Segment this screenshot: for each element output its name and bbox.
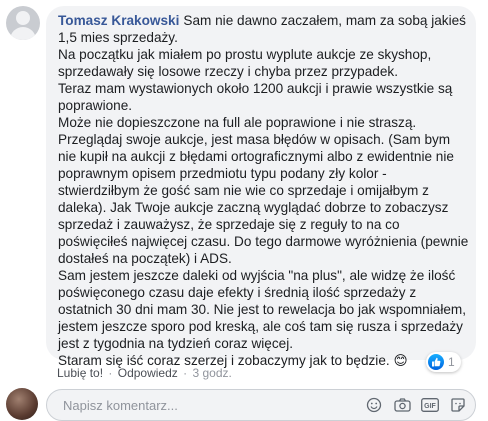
like-link[interactable]: Lubię to! [57, 366, 103, 380]
separator-dot: · [183, 366, 188, 380]
separator-dot: · [108, 366, 113, 380]
reply-link[interactable]: Odpowiedz [118, 366, 178, 380]
comment-line: 1,5 mies sprzedaży. [58, 30, 178, 45]
svg-text:GIF: GIF [424, 403, 436, 410]
reaction-count: 1 [448, 355, 455, 369]
comment-text: Sam nie dawno zaczałem, mam za sobą jaki… [183, 13, 466, 28]
comment-line: poświęciłeś najwięcej czasu. Do tego dar… [58, 234, 469, 249]
comment-line: Na początku jak miałem po prostu wyplute… [58, 47, 432, 62]
author-avatar[interactable] [6, 6, 40, 40]
thumbs-up-icon [428, 354, 444, 370]
comment-line: poświęconego czasu daje efekty i średnią… [58, 285, 417, 300]
timestamp[interactable]: 3 godz. [192, 366, 231, 380]
current-user-avatar[interactable] [6, 388, 38, 420]
comment-line: Może nie dopieszczone na full ale popraw… [58, 115, 417, 130]
comment-line: sprzedawały się losowe rzeczy i chyba pr… [58, 64, 398, 79]
comment-line: nie kupił na aukcji z błędami ortografic… [58, 149, 454, 164]
smiley-icon[interactable] [365, 396, 383, 414]
avatar-head-shape [16, 11, 30, 25]
comment-line: stwierdziłbym że gość sam nie wie co spr… [58, 183, 429, 198]
comment-line: poprawnym opisem przedmiotu typu podany … [58, 166, 387, 181]
comment-line: Sam jestem jeszcze daleki od wyjścia "na… [58, 268, 456, 283]
comment-line: jestem jeszcze sporo pod kreską, ale coś… [58, 319, 463, 334]
gif-icon[interactable]: GIF [421, 396, 439, 414]
comment-actions: Lubię to! · Odpowiedz · 3 godz. [57, 366, 232, 380]
comment-line: Tomasz Krakowski Sam nie dawno zaczałem, … [58, 12, 466, 29]
avatar-body-shape [10, 27, 36, 40]
sticker-icon[interactable] [449, 396, 467, 414]
comment-composer: GIF [46, 389, 476, 421]
camera-icon[interactable] [393, 396, 411, 414]
comment-line: poprawione. [58, 98, 133, 113]
author-name-link[interactable]: Tomasz Krakowski [58, 13, 179, 28]
comment-input[interactable] [61, 396, 365, 414]
reaction-summary[interactable]: 1 [426, 352, 461, 372]
comment-line: Teraz mam wystawionych około 1200 aukcji… [58, 81, 453, 96]
comment-line: dostałeś na początek) i ADS. [58, 251, 232, 266]
comment-line: jest z tygodnia na tydzień coraz więcej. [58, 336, 293, 351]
comment-line: sprzedaż i zauważysz, że sprzedaje się z… [58, 217, 400, 232]
composer-tools: GIF [365, 396, 467, 414]
smiley-emoji: 😊 [393, 353, 408, 368]
comment-line: ostatnich 30 dni mam 30. Nie jest to rew… [58, 302, 467, 317]
comment-bubble: Tomasz Krakowski Sam nie dawno zaczałem, … [46, 6, 476, 368]
comment-line: daleka). Jak Twoje aukcje zaczną wygląda… [58, 200, 449, 215]
comment-line: Przeglądaj swoje aukcje, jest masa błędó… [58, 132, 451, 147]
